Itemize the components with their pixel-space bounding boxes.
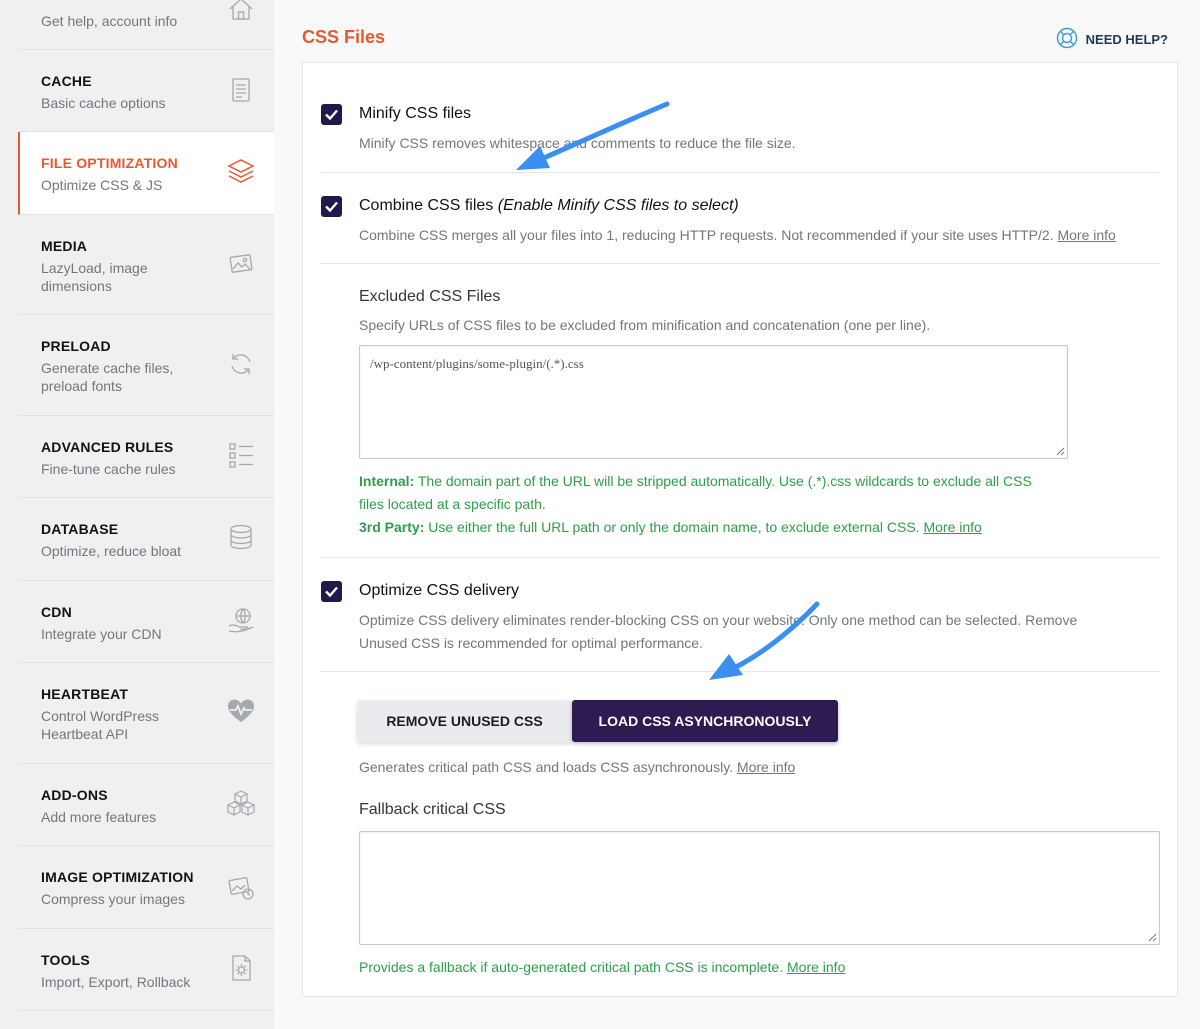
optimize-delivery-label: Optimize CSS delivery xyxy=(359,582,520,599)
combine-css-label-note: (Enable Minify CSS files to select) xyxy=(497,197,739,214)
sidebar-item-file-optimization[interactable]: FILE OPTIMIZATION Optimize CSS & JS xyxy=(18,132,274,215)
excluded-more-info-link[interactable]: More info xyxy=(923,519,981,535)
main-content: CSS Files NEED HELP? Minify CSS files Mi… xyxy=(274,0,1200,1029)
excluded-third-party-hint: 3rd Party: Use either the full URL path … xyxy=(359,516,982,539)
sidebar-item-database[interactable]: DATABASE Optimize, reduce bloat xyxy=(18,498,274,581)
minify-css-checkbox[interactable] xyxy=(321,104,342,125)
image-optimization-icon xyxy=(226,872,256,902)
database-icon xyxy=(226,522,256,552)
resize-grip-icon[interactable] xyxy=(1056,447,1065,456)
sidebar-item-desc: Generate cache files, preload fonts xyxy=(41,360,174,394)
file-icon xyxy=(226,75,256,105)
excluded-internal-hint: Internal: The domain part of the URL wil… xyxy=(359,470,1079,516)
combine-css-checkbox[interactable] xyxy=(321,196,342,217)
load-css-async-button[interactable]: LOAD CSS ASYNCHRONOUSLY xyxy=(572,700,838,742)
delivery-desc-1: Optimize CSS delivery eliminates render-… xyxy=(359,612,1078,628)
fallback-css-title: Fallback critical CSS xyxy=(359,801,506,818)
optimize-delivery-desc: Optimize CSS delivery eliminates render-… xyxy=(359,609,1077,655)
third-party-label: 3rd Party: xyxy=(359,519,425,535)
cdn-icon xyxy=(226,605,256,635)
need-help-link[interactable]: NEED HELP? xyxy=(1056,27,1168,52)
tools-icon xyxy=(226,953,256,983)
sidebar-item-desc: Compress your images xyxy=(41,891,185,907)
divider xyxy=(321,172,1159,173)
sidebar-item-media[interactable]: MEDIA LazyLoad, image dimensions xyxy=(18,215,274,315)
internal-text-2: files located at a specific path. xyxy=(359,496,546,512)
sidebar-item-desc: Basic cache options xyxy=(41,95,166,111)
list-icon xyxy=(226,440,256,470)
sidebar-item-desc: Integrate your CDN xyxy=(41,626,162,642)
cubes-icon xyxy=(226,788,256,818)
heartbeat-icon xyxy=(226,696,256,726)
sidebar-item-desc: Add more features xyxy=(41,809,157,825)
resize-grip-icon[interactable] xyxy=(1148,933,1157,942)
combine-css-desc: Combine CSS merges all your files into 1… xyxy=(359,224,1116,247)
internal-label: Internal: xyxy=(359,473,415,489)
sidebar-item-add-ons[interactable]: ADD-ONS Add more features xyxy=(18,764,274,846)
sidebar: Get help, account info CACHE Basic cache… xyxy=(18,0,274,1029)
optimize-delivery-field: Optimize CSS delivery Optimize CSS deliv… xyxy=(321,580,1159,655)
divider xyxy=(321,671,1159,672)
sidebar-item-tools[interactable]: TOOLS Import, Export, Rollback xyxy=(18,929,274,1011)
combine-css-desc-text: Combine CSS merges all your files into 1… xyxy=(359,227,1054,243)
async-desc: Generates critical path CSS and loads CS… xyxy=(359,756,795,779)
page-title: CSS Files xyxy=(302,27,386,47)
excluded-css-title: Excluded CSS Files xyxy=(359,288,501,305)
css-files-card: Minify CSS files Minify CSS removes whit… xyxy=(302,62,1178,997)
sidebar-item-advanced-rules[interactable]: ADVANCED RULES Fine-tune cache rules xyxy=(18,416,274,498)
fallback-css-textarea[interactable] xyxy=(359,831,1160,945)
excluded-css-textarea[interactable]: /wp-content/plugins/some-plugin/(.*).css xyxy=(359,345,1068,459)
combine-css-label: Combine CSS files (Enable Minify CSS fil… xyxy=(359,197,739,215)
image-icon xyxy=(226,248,256,278)
sidebar-item-cache[interactable]: CACHE Basic cache options xyxy=(18,50,274,132)
sidebar-item-cdn[interactable]: CDN Integrate your CDN xyxy=(18,581,274,663)
async-more-info-link[interactable]: More info xyxy=(737,759,795,775)
sidebar-item-desc: LazyLoad, image dimensions xyxy=(41,260,148,294)
sidebar-item-desc: Optimize, reduce bloat xyxy=(41,543,182,559)
async-desc-text: Generates critical path CSS and loads CS… xyxy=(359,759,734,775)
fallback-hint: Provides a fallback if auto-generated cr… xyxy=(359,956,845,979)
sidebar-item-desc: Optimize CSS & JS xyxy=(41,177,163,193)
fallback-more-info-link[interactable]: More info xyxy=(787,959,845,975)
excluded-css-desc: Specify URLs of CSS files to be excluded… xyxy=(359,317,931,333)
minify-css-desc: Minify CSS removes whitespace and commen… xyxy=(359,135,796,151)
lifebuoy-icon xyxy=(1056,27,1078,52)
divider xyxy=(321,263,1159,264)
sidebar-item-desc: Control WordPress Heartbeat API xyxy=(41,708,160,742)
sidebar-item-heartbeat[interactable]: HEARTBEAT Control WordPress Heartbeat AP… xyxy=(18,663,274,764)
combine-css-field: Combine CSS files (Enable Minify CSS fil… xyxy=(321,195,1159,245)
internal-text-1: The domain part of the URL will be strip… xyxy=(417,473,1032,489)
sidebar-item-dashboard[interactable]: Get help, account info xyxy=(18,0,274,50)
remove-unused-css-button[interactable]: REMOVE UNUSED CSS xyxy=(357,700,572,742)
fallback-hint-text: Provides a fallback if auto-generated cr… xyxy=(359,959,784,975)
excluded-css-value: /wp-content/plugins/some-plugin/(.*).css xyxy=(370,356,584,371)
optimize-delivery-checkbox[interactable] xyxy=(321,581,342,602)
layers-icon xyxy=(226,156,256,186)
home-icon xyxy=(226,0,256,24)
combine-more-info-link[interactable]: More info xyxy=(1057,227,1115,243)
divider xyxy=(321,557,1159,558)
refresh-icon xyxy=(226,349,256,379)
need-help-label: NEED HELP? xyxy=(1085,32,1168,47)
sidebar-item-preload[interactable]: PRELOAD Generate cache files, preload fo… xyxy=(18,315,274,416)
sidebar-item-desc: Import, Export, Rollback xyxy=(41,974,191,990)
minify-css-field: Minify CSS files Minify CSS removes whit… xyxy=(321,103,1159,153)
minify-css-label: Minify CSS files xyxy=(359,105,472,122)
sidebar-item-desc: Fine-tune cache rules xyxy=(41,461,176,477)
sidebar-item-desc: Get help, account info xyxy=(41,13,178,29)
combine-css-label-text: Combine CSS files xyxy=(359,197,494,214)
third-party-text: Use either the full URL path or only the… xyxy=(428,519,920,535)
sidebar-item-image-optimization[interactable]: IMAGE OPTIMIZATION Compress your images xyxy=(18,846,274,929)
delivery-desc-2: Unused CSS is recommended for optimal pe… xyxy=(359,635,703,651)
